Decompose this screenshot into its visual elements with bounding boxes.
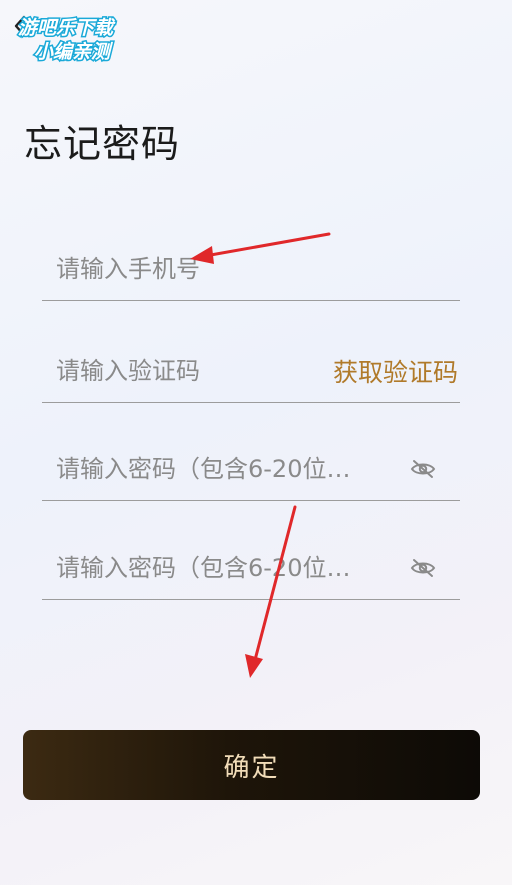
phone-field xyxy=(42,238,460,301)
watermark-logo: 游吧乐下载 小编亲测 xyxy=(17,16,118,65)
eye-off-icon xyxy=(410,559,436,577)
confirm-button[interactable]: 确定 xyxy=(23,730,480,800)
password-input[interactable] xyxy=(42,438,408,500)
page-title: 忘记密码 xyxy=(24,122,181,166)
confirm-password-field xyxy=(42,537,460,600)
get-code-button[interactable]: 获取验证码 xyxy=(333,353,460,389)
verification-code-field: 获取验证码 xyxy=(42,340,460,403)
watermark-line2: 小编亲测 xyxy=(34,41,114,63)
password-field xyxy=(42,438,460,501)
password-visibility-toggle[interactable] xyxy=(408,454,438,484)
confirm-password-visibility-toggle[interactable] xyxy=(408,553,438,583)
watermark-line1: 游吧乐下载 xyxy=(18,17,116,39)
eye-off-icon xyxy=(410,460,436,478)
phone-input[interactable] xyxy=(42,238,460,300)
verification-code-input[interactable] xyxy=(42,340,333,402)
confirm-password-input[interactable] xyxy=(42,537,408,599)
